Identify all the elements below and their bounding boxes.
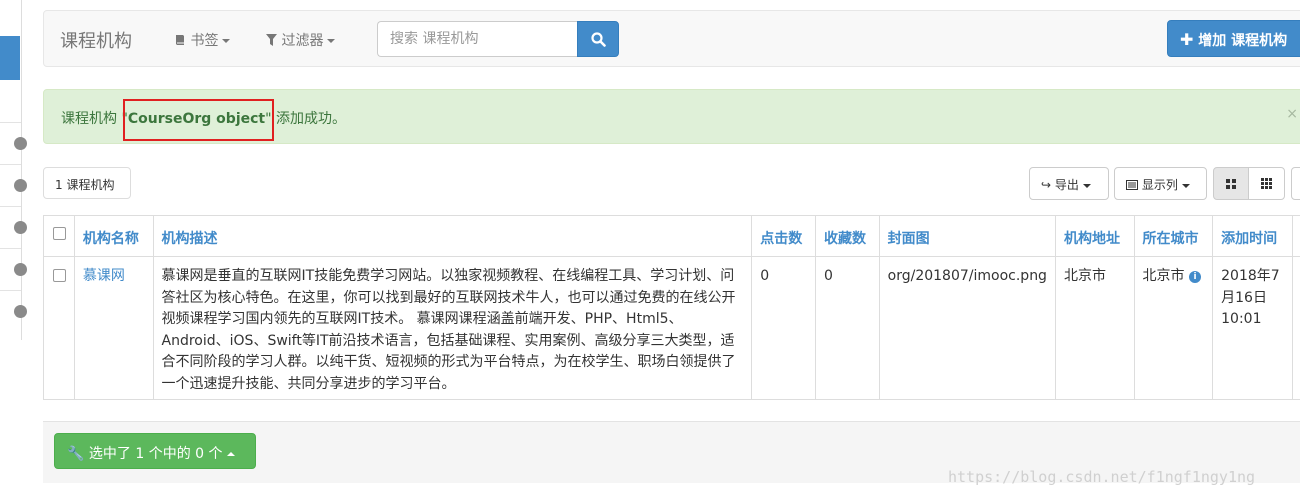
fav-count-cell: 0 <box>814 256 880 400</box>
sidebar-item[interactable] <box>0 290 27 332</box>
result-count: 1 课程机构 <box>43 167 131 199</box>
cover-image-cell: org/201807/imooc.png <box>878 256 1056 400</box>
columns-button[interactable]: 显示列 <box>1114 167 1207 200</box>
caret-down-icon <box>222 39 231 43</box>
column-header[interactable]: 添加时间 <box>1212 215 1293 257</box>
column-header[interactable]: 机构描述 <box>152 215 753 257</box>
caret-down-icon <box>327 39 336 43</box>
column-header-extra <box>1291 215 1300 257</box>
columns-label: 显示列 <box>1141 178 1178 192</box>
extra-cell <box>1291 256 1300 400</box>
circle-icon <box>14 263 27 276</box>
org-name-link[interactable]: 慕课网 <box>83 268 125 284</box>
info-icon[interactable]: i <box>1189 271 1201 283</box>
th-large-icon <box>1226 179 1236 189</box>
circle-icon <box>14 137 27 150</box>
sidebar-item[interactable] <box>0 206 27 248</box>
page-title[interactable]: 课程机构 <box>60 27 132 53</box>
sidebar <box>0 0 27 340</box>
table-header-row: 机构名称 机构描述 点击数 收藏数 封面图 机构地址 所在城市 添加时间 <box>43 215 1300 257</box>
bookmarks-label: 书签 <box>190 33 219 49</box>
more-tools-button[interactable] <box>1291 167 1300 200</box>
row-checkbox[interactable] <box>53 269 66 282</box>
city-cell: 北京市 i <box>1133 256 1214 400</box>
caret-down-icon <box>1181 183 1190 188</box>
column-header[interactable]: 收藏数 <box>814 215 880 257</box>
address-cell: 北京市 <box>1054 256 1135 400</box>
column-header[interactable]: 点击数 <box>751 215 816 257</box>
view-grid-button[interactable] <box>1213 167 1249 200</box>
bulk-actions-button[interactable]: 🔧 选中了 1 个中的 0 个 <box>54 433 256 469</box>
highlight-box <box>123 99 274 141</box>
filter-label: 过滤器 <box>281 33 324 49</box>
add-org-button[interactable]: ✚ 增加 课程机构 <box>1167 20 1300 57</box>
export-label: 导出 <box>1054 178 1079 192</box>
alert-prefix: 课程机构 " <box>61 111 128 127</box>
org-name-cell: 慕课网 <box>73 256 154 400</box>
circle-icon <box>14 179 27 192</box>
search-button[interactable] <box>577 21 619 57</box>
filter-icon <box>266 34 277 46</box>
plus-icon: ✚ <box>1180 30 1194 49</box>
wrench-icon: 🔧 <box>67 446 85 462</box>
results-table: 机构名称 机构描述 点击数 收藏数 封面图 机构地址 所在城市 添加时间 慕课网… <box>43 215 1300 400</box>
sidebar-item[interactable] <box>0 248 27 290</box>
circle-icon <box>14 305 27 318</box>
caret-up-icon <box>226 452 235 456</box>
bookmarks-menu[interactable]: 书签 <box>174 30 231 50</box>
book-icon <box>176 35 184 45</box>
alert-suffix: " 添加成功。 <box>265 111 346 127</box>
sidebar-item[interactable] <box>0 164 27 206</box>
column-header[interactable]: 机构地址 <box>1054 215 1135 257</box>
caret-down-icon <box>1082 183 1091 188</box>
select-all-cell[interactable] <box>43 215 75 257</box>
row-select-cell[interactable] <box>43 256 75 400</box>
watermark: https://blog.csdn.net/f1ngf1ngy1ng <box>948 468 1256 486</box>
selection-label: 选中了 1 个中的 0 个 <box>88 446 223 462</box>
column-header[interactable]: 机构名称 <box>73 215 154 257</box>
select-all-checkbox[interactable] <box>53 227 66 240</box>
org-desc-cell: 慕课网是垂直的互联网IT技能免费学习网站。以独家视频教程、在线编程工具、学习计划… <box>152 256 753 400</box>
circle-icon <box>14 221 27 234</box>
navbar: 课程机构 书签 过滤器 ✚ 增加 课程机构 <box>43 10 1300 67</box>
search-icon <box>591 32 606 47</box>
list-alt-icon <box>1126 180 1138 190</box>
column-header[interactable]: 封面图 <box>878 215 1056 257</box>
sidebar-item[interactable] <box>0 122 27 164</box>
success-alert: 课程机构 "CourseOrg object" 添加成功。 × <box>43 89 1300 144</box>
column-header[interactable]: 所在城市 <box>1133 215 1214 257</box>
export-button[interactable]: ↪ 导出 <box>1029 167 1109 200</box>
click-count-cell: 0 <box>751 256 816 400</box>
city-value: 北京市 <box>1142 268 1185 284</box>
add-time-cell: 2018年7月16日 10:01 <box>1212 256 1293 400</box>
add-org-label: 增加 课程机构 <box>1198 33 1288 49</box>
th-icon <box>1261 178 1272 189</box>
filter-menu[interactable]: 过滤器 <box>266 30 336 50</box>
search-input[interactable] <box>377 21 577 57</box>
table-row: 慕课网 慕课网是垂直的互联网IT技能免费学习网站。以独家视频教程、在线编程工具、… <box>43 256 1300 400</box>
share-icon: ↪ <box>1041 178 1052 192</box>
sidebar-active-item[interactable] <box>0 36 20 80</box>
alert-close-button[interactable]: × <box>1286 106 1298 122</box>
view-table-button[interactable] <box>1248 167 1285 200</box>
